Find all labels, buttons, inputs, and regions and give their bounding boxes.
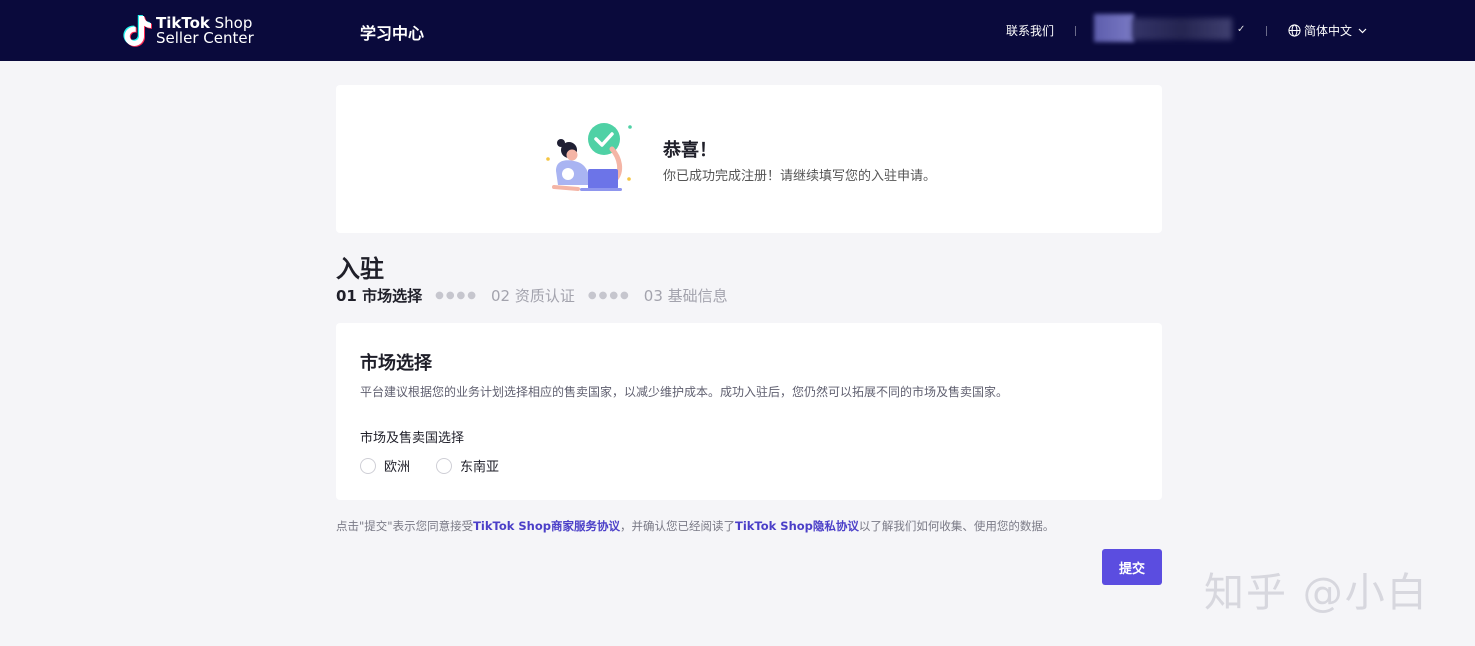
merchant-agreement-brand: TikTok Shop [473,519,551,533]
radio-label-southeast-asia: 东南亚 [460,460,500,475]
divider [1075,26,1076,36]
agreement-middle: ，并确认您已经阅读了 [619,519,735,533]
market-field-label: 市场及售卖国选择 [360,431,465,446]
merchant-agreement-name: 商家服务协议 [550,519,620,533]
radio-southeast-asia[interactable]: 东南亚 [436,456,499,475]
market-selection-card: 市场选择 平台建议根据您的业务计划选择相应的售卖国家，以减少维护成本。成功入驻后… [336,323,1162,500]
watermark: 知乎 @小白 [1204,570,1429,616]
privacy-policy-name: 隐私协议 [812,519,859,533]
congrats-title: 恭喜！ [663,140,717,161]
agreement-prefix: 点击"提交"表示您同意接受 [336,519,474,533]
language-selector[interactable]: 简体中文 [1288,22,1367,39]
tiktok-logo-icon [123,15,152,47]
step-separator: ●●●● [587,290,631,301]
step-qualification: 02 资质认证 [491,287,575,305]
step-market-selection: 01 市场选择 [336,287,423,305]
radio-europe[interactable]: 欧洲 [360,456,410,475]
radio-button-southeast-asia[interactable] [436,457,452,474]
radio-label-europe: 欧洲 [384,460,411,475]
agreement-suffix: 以了解我们如何收集、使用您的数据。 [858,519,1055,533]
step-basic-info: 03 基础信息 [643,287,728,305]
blurred-avatar [1094,14,1134,42]
contact-us-link[interactable]: 联系我们 [1006,22,1054,39]
top-nav-bar: TikTok Shop Seller Center 学习中心 联系我们 ✓ 简体… [0,0,1475,61]
account-dropdown-icon[interactable]: ✓ [1237,24,1245,35]
page-title: 入驻 [336,255,384,283]
merchant-service-agreement-link[interactable]: TikTok Shop商家服务协议 [473,519,620,533]
learning-center-link[interactable]: 学习中心 [360,20,424,44]
globe-icon [1288,24,1301,37]
congrats-description: 你已成功完成注册！请继续填写您的入驻申请。 [663,169,937,184]
privacy-policy-link[interactable]: TikTok Shop隐私协议 [735,519,859,533]
section-description: 平台建议根据您的业务计划选择相应的售卖国家，以减少维护成本。成功入驻后，您仍然可… [360,385,1009,399]
tiktok-shop-logo[interactable]: TikTok Shop Seller Center [122,12,254,50]
radio-button-europe[interactable] [360,457,376,474]
agreement-notice: 点击"提交"表示您同意接受TikTok Shop商家服务协议，并确认您已经阅读了… [336,518,1054,534]
logo-wordmark: TikTok Shop Seller Center [156,16,254,46]
chevron-down-icon [1358,28,1367,33]
privacy-policy-brand: TikTok Shop [734,519,813,533]
account-menu[interactable] [1094,14,1234,44]
registration-success-card: 恭喜！ 你已成功完成注册！请继续填写您的入驻申请。 [336,85,1162,233]
step-separator: ●●●● [435,290,479,301]
blurred-account-name [1132,18,1232,40]
submit-button[interactable]: 提交 [1102,549,1162,585]
onboarding-steps: 01 市场选择 ●●●● 02 资质认证 ●●●● 03 基础信息 [336,285,728,306]
success-illustration [546,123,632,191]
language-label: 简体中文 [1304,24,1353,38]
logo-subtitle: Seller Center [156,29,254,47]
section-title: 市场选择 [360,353,432,374]
divider [1266,26,1267,36]
